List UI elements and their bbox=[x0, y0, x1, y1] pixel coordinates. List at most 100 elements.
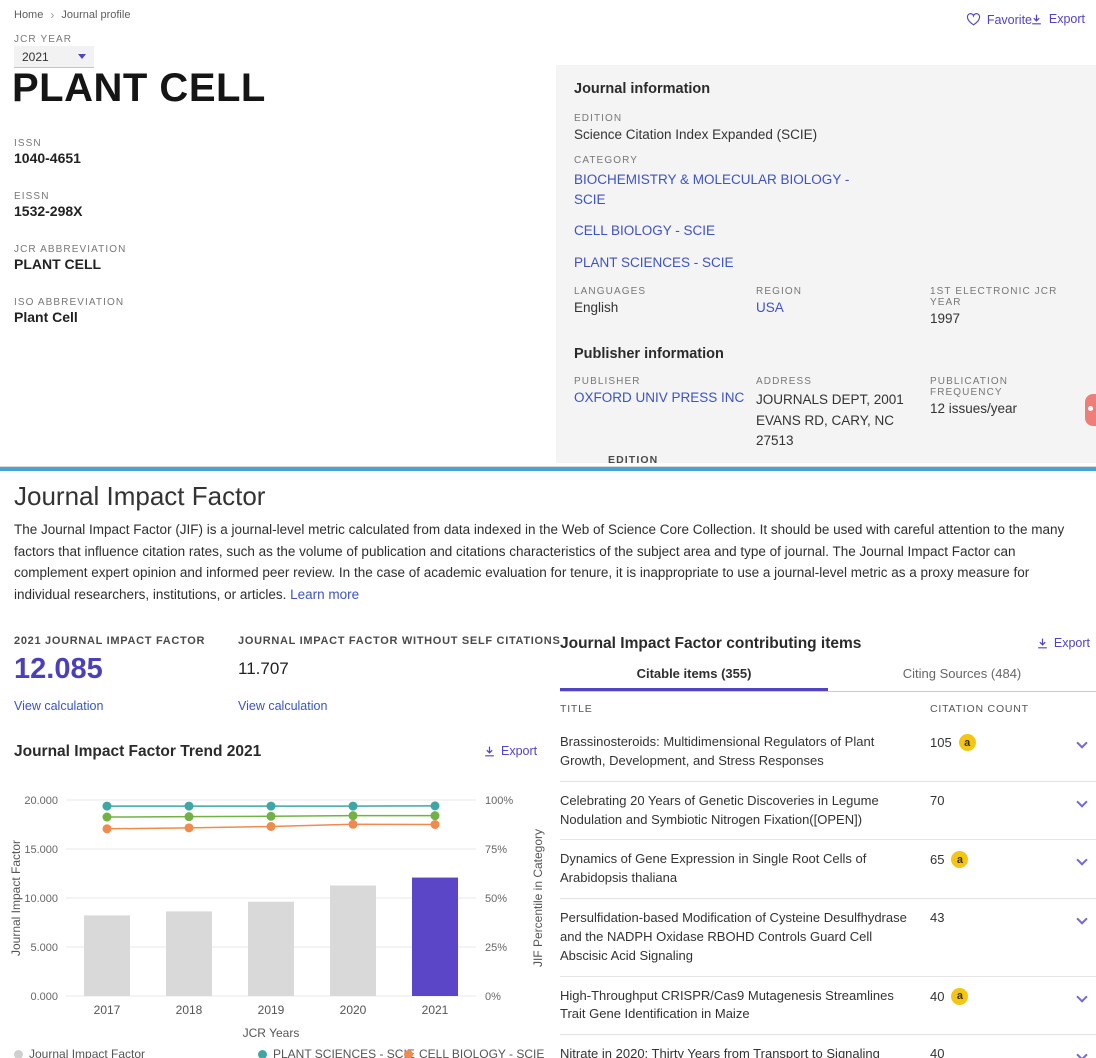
chevron-down-icon bbox=[78, 54, 86, 59]
chevron-down-icon[interactable] bbox=[1076, 737, 1088, 749]
svg-text:75%: 75% bbox=[485, 844, 507, 856]
svg-text:0%: 0% bbox=[485, 991, 501, 1003]
download-icon bbox=[1030, 13, 1043, 26]
address-label: ADDRESS bbox=[756, 376, 813, 388]
category-links: BIOCHEMISTRY & MOLECULAR BIOLOGY - SCIE C… bbox=[574, 170, 1078, 272]
category-link[interactable]: CELL BIOLOGY - SCIE bbox=[574, 221, 854, 241]
jif-section-heading: Journal Impact Factor bbox=[14, 481, 266, 511]
jif-metric-value: 12.085 bbox=[14, 653, 103, 685]
column-citation-count: CITATION COUNT bbox=[930, 703, 1029, 715]
svg-text:2020: 2020 bbox=[340, 1003, 367, 1017]
category-label: CATEGORY bbox=[574, 155, 638, 166]
open-access-icon: a bbox=[951, 987, 969, 1005]
legend-item: Journal Impact Factor bbox=[14, 1047, 145, 1058]
jif-no-self-citations-value: 11.707 bbox=[238, 659, 289, 678]
open-access-icon: a bbox=[958, 734, 976, 751]
issn-value: 1040-4651 bbox=[14, 150, 81, 166]
chevron-down-icon[interactable] bbox=[1076, 796, 1088, 808]
download-icon bbox=[1036, 637, 1049, 650]
citation-count: 40 bbox=[930, 988, 945, 1004]
breadcrumb-current: Journal profile bbox=[61, 9, 131, 21]
chevron-down-icon[interactable] bbox=[1076, 990, 1088, 1003]
citation-count-cell: 70 bbox=[930, 793, 944, 808]
view-calculation-link[interactable]: View calculation bbox=[14, 699, 103, 713]
trend-export-label: Export bbox=[501, 744, 538, 758]
table-row: Dynamics of Gene Expression in Single Ro… bbox=[560, 840, 1096, 900]
item-title: Celebrating 20 Years of Genetic Discover… bbox=[560, 792, 879, 827]
column-title: TITLE bbox=[560, 703, 593, 715]
publisher-label: PUBLISHER bbox=[574, 376, 641, 388]
tab-citable-items[interactable]: Citable items (355) bbox=[560, 659, 828, 691]
contributing-items-panel: Journal Impact Factor contributing items… bbox=[560, 635, 1096, 1058]
svg-text:25%: 25% bbox=[485, 942, 507, 954]
jcr-abbreviation-label: JCR ABBREVIATION bbox=[14, 244, 127, 255]
legend-dot-icon bbox=[258, 1049, 267, 1058]
first-electronic-jcr-year-value: 1997 bbox=[930, 311, 961, 327]
contributing-export-label: Export bbox=[1053, 636, 1090, 650]
jif-description-text: The Journal Impact Factor (JIF) is a jou… bbox=[14, 522, 1065, 602]
contributing-export-button[interactable]: Export bbox=[1036, 636, 1090, 650]
citation-count: 105 bbox=[930, 735, 952, 750]
trend-export-button[interactable]: Export bbox=[483, 744, 537, 758]
citation-count-cell: 43 bbox=[930, 910, 944, 925]
jif-no-self-citations-label: JOURNAL IMPACT FACTOR WITHOUT SELF CITAT… bbox=[238, 635, 561, 647]
jcr-year-label: JCR YEAR bbox=[14, 34, 73, 45]
first-electronic-jcr-year-label: 1ST ELECTRONIC JCR YEAR bbox=[930, 286, 1058, 309]
item-title: Persulfidation-based Modification of Cys… bbox=[560, 910, 907, 963]
journal-impact-factor-card: Journal Impact Factor The Journal Impact… bbox=[0, 467, 1096, 1058]
table-row: Celebrating 20 Years of Genetic Discover… bbox=[560, 782, 1096, 841]
chevron-down-icon[interactable] bbox=[1076, 913, 1088, 925]
svg-text:50%: 50% bbox=[485, 893, 507, 905]
breadcrumb: Home › Journal profile bbox=[14, 8, 130, 22]
chevron-down-icon[interactable] bbox=[1076, 854, 1088, 867]
journal-information-heading: Journal information bbox=[574, 81, 711, 97]
favorite-button[interactable]: Favorite bbox=[966, 12, 1032, 27]
item-title: Nitrate in 2020: Thirty Years from Trans… bbox=[560, 1046, 880, 1058]
contributing-tabs: Citable items (355) Citing Sources (484) bbox=[560, 659, 1096, 692]
svg-text:5.000: 5.000 bbox=[30, 942, 58, 954]
table-row: Brassinosteroids: Multidimensional Regul… bbox=[560, 723, 1096, 782]
citation-count-cell: 65 a bbox=[930, 851, 969, 869]
svg-text:0.000: 0.000 bbox=[30, 991, 58, 1003]
feedback-tab[interactable] bbox=[1085, 394, 1096, 426]
tab-citing-sources[interactable]: Citing Sources (484) bbox=[828, 659, 1096, 691]
jcr-year-select[interactable]: 2021 bbox=[14, 46, 94, 68]
region-link[interactable]: USA bbox=[756, 300, 784, 315]
citation-count: 40 bbox=[930, 1046, 945, 1058]
svg-text:10.000: 10.000 bbox=[24, 893, 58, 905]
jif-description: The Journal Impact Factor (JIF) is a jou… bbox=[14, 519, 1080, 605]
languages-value: English bbox=[574, 300, 619, 316]
legend-dot-icon bbox=[14, 1049, 23, 1058]
legend-dot-icon bbox=[404, 1049, 413, 1058]
citation-count-cell: 105 a bbox=[930, 734, 976, 751]
issn-label: ISSN bbox=[14, 138, 42, 149]
item-title: Brassinosteroids: Multidimensional Regul… bbox=[560, 734, 875, 768]
svg-text:JIF Percentile in Category: JIF Percentile in Category bbox=[531, 829, 545, 967]
export-button[interactable]: Export bbox=[1030, 12, 1085, 26]
publication-frequency-value: 12 issues/year bbox=[930, 401, 1018, 417]
table-row: High-Throughput CRISPR/Cas9 Mutagenesis … bbox=[560, 977, 1096, 1036]
breadcrumb-home-link[interactable]: Home bbox=[14, 9, 43, 21]
svg-text:2017: 2017 bbox=[94, 1003, 121, 1017]
svg-text:100%: 100% bbox=[485, 795, 513, 807]
edition-label: EDITION bbox=[574, 113, 623, 124]
category-link[interactable]: PLANT SCIENCES - SCIE bbox=[574, 253, 854, 273]
jif-metric-label: 2021 JOURNAL IMPACT FACTOR bbox=[14, 635, 206, 647]
journal-information-panel: Journal information EDITION Science Cita… bbox=[556, 65, 1096, 463]
chevron-down-icon[interactable] bbox=[1076, 1049, 1088, 1058]
clipped-edition-label: EDITION bbox=[608, 454, 659, 463]
learn-more-link[interactable]: Learn more bbox=[290, 587, 359, 602]
svg-text:2019: 2019 bbox=[258, 1003, 285, 1017]
category-link[interactable]: BIOCHEMISTRY & MOLECULAR BIOLOGY - SCIE bbox=[574, 170, 854, 209]
item-title: Dynamics of Gene Expression in Single Ro… bbox=[560, 851, 867, 886]
legend-item: CELL BIOLOGY - SCIE bbox=[404, 1047, 544, 1058]
publisher-link[interactable]: OXFORD UNIV PRESS INC bbox=[574, 390, 744, 405]
eissn-label: EISSN bbox=[14, 191, 50, 202]
svg-text:Journal Impact Factor: Journal Impact Factor bbox=[9, 840, 23, 956]
view-calculation-link[interactable]: View calculation bbox=[238, 699, 327, 713]
chart-legend: Journal Impact Factor PLANT SCIENCES - SC… bbox=[14, 1047, 544, 1058]
jcr-year-value: 2021 bbox=[22, 49, 49, 64]
edition-value: Science Citation Index Expanded (SCIE) bbox=[574, 127, 818, 142]
table-header: TITLE CITATION COUNT bbox=[560, 703, 1096, 715]
region-label: REGION bbox=[756, 286, 803, 298]
